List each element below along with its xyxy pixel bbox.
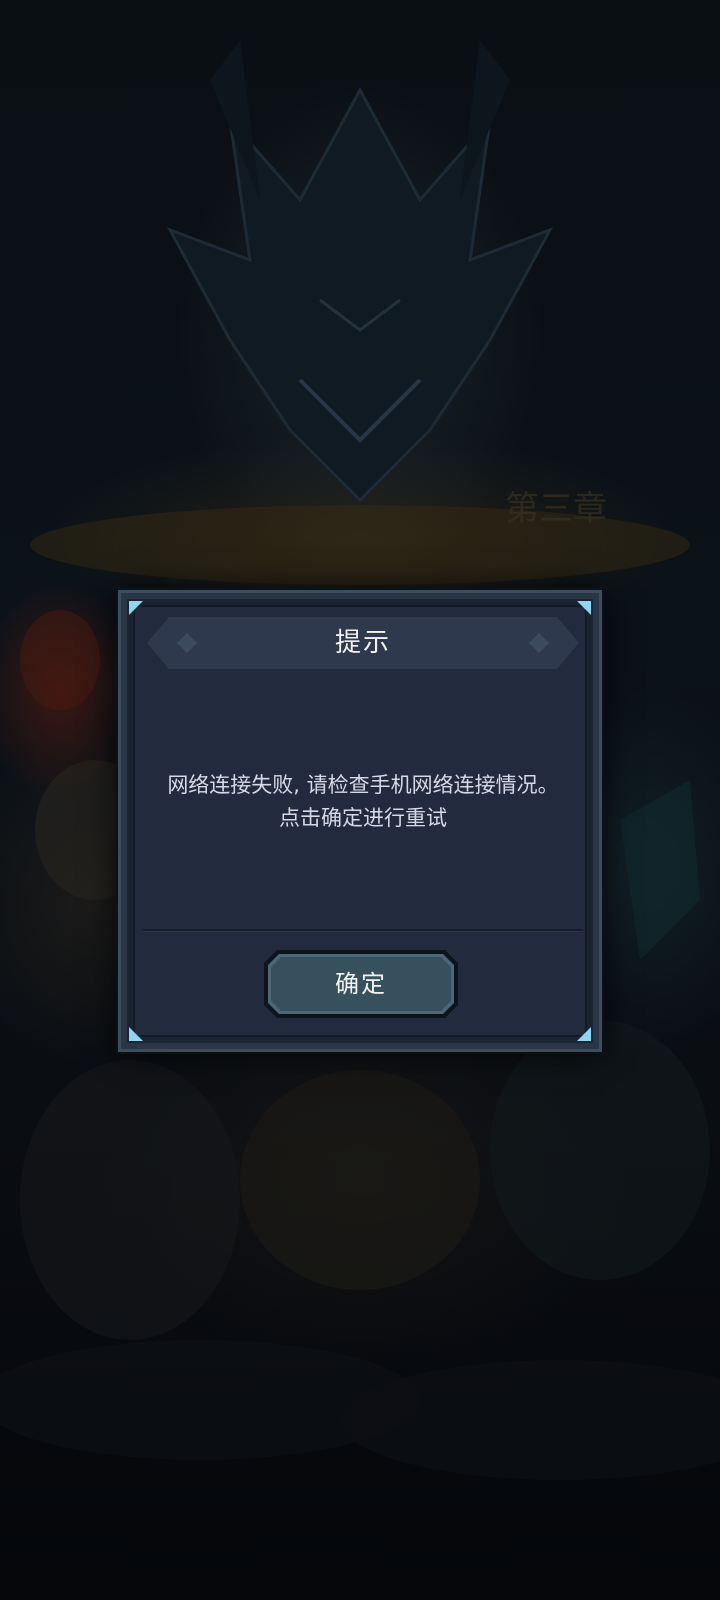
corner-gem-icon	[129, 1027, 143, 1041]
corner-gem-icon	[129, 601, 143, 615]
title-banner: 提示	[145, 615, 581, 671]
corner-gem-icon	[577, 1027, 591, 1041]
game-screen: 第三章 提示 网络连接失败, 请检查手机网络连接情况。 点击确定进行重试 确定	[0, 0, 720, 1600]
divider	[143, 929, 583, 932]
svg-text:第三章: 第三章	[505, 489, 607, 529]
message-line-1: 网络连接失败, 请检查手机网络连接情况。	[167, 773, 559, 797]
dialog-message: 网络连接失败, 请检查手机网络连接情况。 点击确定进行重试	[141, 769, 585, 835]
dialog-title: 提示	[334, 628, 391, 658]
confirm-button[interactable]: 确定	[263, 949, 459, 1019]
confirm-button-label: 确定	[335, 970, 387, 998]
network-error-dialog: 提示 网络连接失败, 请检查手机网络连接情况。 点击确定进行重试 确定	[118, 590, 602, 1052]
message-line-2: 点击确定进行重试	[279, 806, 447, 830]
corner-gem-icon	[577, 601, 591, 615]
